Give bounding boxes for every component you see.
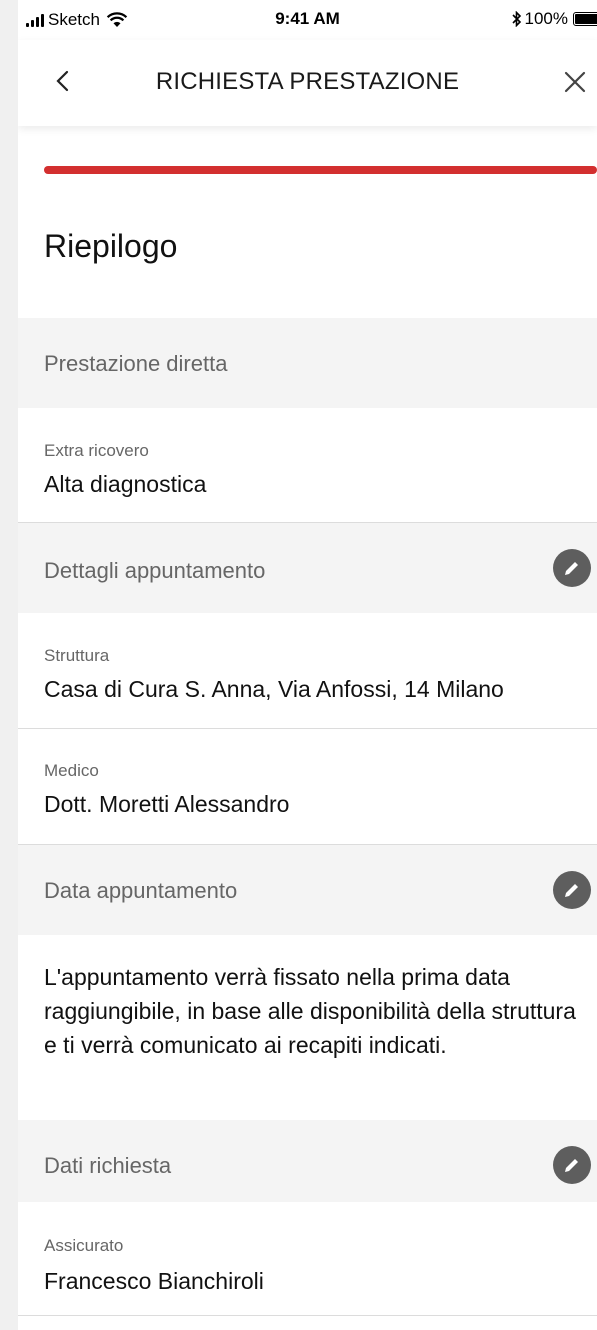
field-value: Dott. Moretti Alessandro [44, 791, 290, 817]
close-icon[interactable] [561, 68, 589, 96]
pencil-icon [565, 884, 578, 897]
status-bar: Sketch 9:41 AM 100% [18, 0, 597, 40]
field-medico: Medico Dott. Moretti Alessandro [18, 729, 597, 845]
edit-dettagli-button[interactable] [553, 549, 591, 587]
pencil-icon [565, 562, 578, 575]
section-title: Prestazione diretta [44, 351, 228, 376]
edit-data-button[interactable] [553, 871, 591, 909]
section-title: Dati richiesta [44, 1153, 172, 1178]
nav-bar: RICHIESTA PRESTAZIONE [18, 40, 597, 126]
section-prestazione: Prestazione diretta [18, 318, 597, 408]
data-appuntamento-text: L'appuntamento verrà fissato nella prima… [44, 964, 576, 1058]
pencil-icon [565, 1159, 578, 1172]
nav-title: RICHIESTA PRESTAZIONE [155, 68, 460, 95]
page-title: Riepilogo [44, 228, 178, 264]
field-assicurato: Assicurato Francesco Bianchiroli [18, 1202, 597, 1316]
bluetooth-icon [511, 11, 521, 27]
field-label: Medico [44, 761, 99, 780]
battery-icon [573, 12, 597, 26]
field-struttura: Struttura Casa di Cura S. Anna, Via Anfo… [18, 613, 597, 729]
section-data: Data appuntamento [18, 845, 597, 935]
phone-screen: Sketch 9:41 AM 100% RICHIESTA PRESTAZION… [18, 0, 597, 1330]
section-dettagli: Dettagli appuntamento [18, 523, 597, 613]
field-value: Francesco Bianchiroli [44, 1268, 264, 1294]
field-label: Extra ricovero [44, 441, 149, 460]
progress-bar [44, 166, 597, 174]
field-value: Alta diagnostica [44, 471, 207, 497]
section-title: Data appuntamento [44, 878, 238, 903]
field-label: Assicurato [44, 1236, 124, 1255]
section-title: Dettagli appuntamento [44, 558, 266, 583]
battery-percent: 100% [524, 9, 568, 28]
field-value: Casa di Cura S. Anna, Via Anfossi, 14 Mi… [44, 676, 504, 702]
field-extra-ricovero: Extra ricovero Alta diagnostica [18, 408, 597, 523]
status-right: 100% [511, 9, 597, 29]
field-label: Struttura [44, 646, 110, 665]
edit-richiesta-button[interactable] [553, 1146, 591, 1184]
status-time: 9:41 AM [275, 9, 340, 28]
section-richiesta: Dati richiesta [18, 1120, 597, 1202]
